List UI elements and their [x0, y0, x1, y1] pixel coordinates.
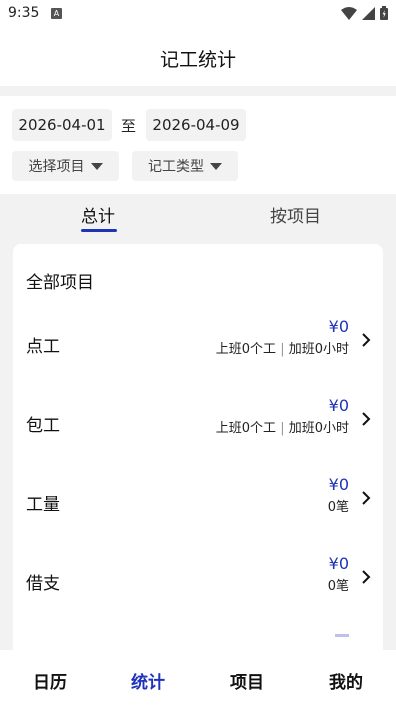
chevron-right-icon — [362, 333, 371, 347]
nav-item-calendar[interactable]: 日历 — [33, 668, 67, 693]
caret-down-icon — [90, 162, 103, 170]
battery-icon — [380, 6, 388, 20]
card-title: 全部项目 — [26, 273, 94, 293]
work-type-dropdown-label: 记工类型 — [148, 159, 204, 175]
stats-content: 总计 按项目 全部项目 点工 ¥0 上班0个工 | 加班0小时 包工 ¥0 上班… — [0, 194, 396, 650]
row-amount: ¥0 — [328, 396, 349, 415]
list-item-contract-work[interactable]: 包工 ¥0 上班0个工 | 加班0小时 — [13, 394, 383, 454]
row-detail: 0笔 — [327, 500, 349, 515]
a-letter-icon: A — [51, 8, 62, 19]
caret-down-icon — [210, 162, 222, 170]
row-detail-overtime: 加班0小时 — [288, 342, 349, 357]
row-label: 包工 — [26, 416, 60, 436]
start-date-picker[interactable]: 2026-04-01 — [12, 109, 112, 141]
chevron-right-icon — [362, 570, 371, 584]
row-label: 借支 — [26, 574, 60, 594]
divider-band — [0, 86, 396, 96]
list-item-advance[interactable]: 借支 ¥0 0笔 — [13, 552, 383, 612]
list-item-point-work[interactable]: 点工 ¥0 上班0个工 | 加班0小时 — [13, 315, 383, 375]
row-detail: 上班0个工 | 加班0小时 — [216, 338, 349, 357]
summary-card: 全部项目 点工 ¥0 上班0个工 | 加班0小时 包工 ¥0 上班0个工 | 加… — [13, 244, 383, 650]
row-label: 工量 — [26, 495, 60, 515]
row-label: 点工 — [26, 337, 60, 357]
work-type-dropdown[interactable]: 记工类型 — [132, 151, 238, 181]
nav-item-me[interactable]: 我的 — [329, 668, 363, 693]
row-amount: ¥0 — [328, 475, 349, 494]
chevron-right-icon — [362, 491, 371, 505]
app-bar: 记工统计 — [0, 28, 396, 86]
row-detail-divider: | — [280, 421, 285, 436]
row-detail-overtime: 加班0小时 — [288, 421, 349, 436]
project-dropdown-label: 选择项目 — [28, 159, 85, 175]
project-dropdown[interactable]: 选择项目 — [12, 151, 119, 181]
status-icons — [341, 6, 388, 20]
clipped-amount-hint — [335, 634, 349, 637]
nav-item-projects[interactable]: 项目 — [230, 668, 264, 693]
row-detail: 上班0个工 | 加班0小时 — [216, 417, 349, 436]
row-detail-divider: | — [280, 342, 285, 357]
list-item-work-quantity[interactable]: 工量 ¥0 0笔 — [13, 473, 383, 533]
row-amount: ¥0 — [328, 554, 349, 573]
row-detail-shift: 上班0个工 — [215, 421, 277, 436]
active-tab-indicator — [81, 229, 117, 232]
bottom-nav: 日历 统计 项目 我的 — [0, 650, 396, 705]
screen: 9:35 A 记工统计 2026-04-01 至 2026-04-09 选择项目 — [0, 0, 396, 705]
nav-item-statistics[interactable]: 统计 — [131, 668, 165, 693]
list-item-clipped — [13, 634, 383, 644]
row-amount: ¥0 — [328, 317, 349, 336]
tab-by-project[interactable]: 按项目 — [270, 202, 321, 227]
end-date-picker[interactable]: 2026-04-09 — [146, 109, 246, 141]
page-title: 记工统计 — [159, 49, 236, 71]
row-detail-shift: 上班0个工 — [215, 342, 277, 357]
row-detail: 0笔 — [327, 579, 349, 594]
wifi-icon — [341, 6, 357, 20]
signal-icon — [362, 6, 375, 20]
status-bar: 9:35 A — [0, 0, 396, 28]
status-time: 9:35 — [8, 5, 40, 21]
chevron-right-icon — [362, 412, 371, 426]
tab-total[interactable]: 总计 — [81, 202, 115, 227]
filter-area: 2026-04-01 至 2026-04-09 选择项目 记工类型 — [0, 96, 396, 194]
date-range-separator: 至 — [121, 117, 137, 135]
